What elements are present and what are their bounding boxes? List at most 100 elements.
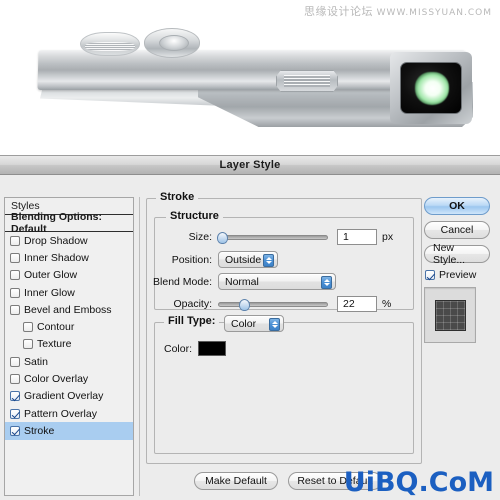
sidebar-item-texture[interactable]: Texture (5, 336, 133, 353)
sidebar-item-inner-shadow[interactable]: Inner Shadow (5, 249, 133, 266)
chevron-updown-icon[interactable] (263, 254, 274, 267)
sidebar-item-label: Pattern Overlay (24, 407, 97, 420)
blend-mode-dropdown[interactable]: Normal (218, 273, 336, 290)
sidebar-item-label: Color Overlay (24, 373, 89, 386)
sidebar-item-label: Inner Shadow (24, 251, 89, 264)
size-row: Size: 1 px (154, 229, 404, 245)
shutter-button-icon (144, 28, 200, 58)
color-swatch[interactable] (198, 341, 227, 356)
preview-label: Preview (439, 269, 477, 281)
checkbox-contour[interactable] (23, 322, 33, 333)
new-style-label: New Style... (433, 242, 466, 266)
sidebar-item-gradient-overlay[interactable]: Gradient Overlay (5, 388, 133, 405)
checkbox-inner-glow[interactable] (10, 287, 20, 298)
lens-reflection (415, 72, 449, 105)
checkbox-satin[interactable] (10, 356, 20, 367)
opacity-label: Opacity: (173, 298, 212, 310)
make-default-button[interactable]: Make Default (194, 472, 278, 490)
sidebar-item-bevel-and-emboss[interactable]: Bevel and Emboss (5, 301, 133, 318)
sidebar-item-pattern-overlay[interactable]: Pattern Overlay (5, 405, 133, 422)
opacity-unit-label: % (382, 298, 392, 310)
position-row: Position: Outside (154, 251, 374, 268)
panel-divider (139, 197, 140, 496)
sidebar-item-label: Gradient Overlay (24, 390, 104, 403)
opacity-slider[interactable] (218, 298, 328, 311)
blending-options-label: Blending Options: Default (11, 211, 102, 235)
camera-lens-icon (400, 62, 462, 114)
structure-group-label: Structure (166, 210, 223, 222)
watermark-bottom: UiBQ.CoM (343, 467, 494, 498)
watermark-top: 思缘设计论坛 WWW.MISSYUAN.COM (304, 3, 492, 19)
dialog-title: Layer Style (219, 159, 281, 171)
sidebar-item-contour[interactable]: Contour (5, 318, 133, 335)
mode-dial-icon (80, 32, 140, 56)
opacity-row: Opacity: 22 % (154, 296, 404, 312)
checkbox-stroke[interactable] (10, 425, 20, 436)
new-style-button[interactable]: New Style... (424, 242, 490, 266)
checkbox-drop-shadow[interactable] (10, 235, 20, 246)
sidebar-item-label: Stroke (24, 424, 55, 437)
sidebar-item-blending-options[interactable]: Blending Options: Default (5, 211, 133, 235)
styles-panel: Styles Blending Options: Default Drop Sh… (4, 197, 134, 496)
sidebar-item-label: Bevel and Emboss (24, 303, 112, 316)
camera-illustration (37, 22, 473, 127)
screenshot-root: 思缘设计论坛 WWW.MISSYUAN.COM Layer Style Styl… (0, 0, 500, 500)
dialog-body: Styles Blending Options: Default Drop Sh… (0, 175, 500, 500)
checkbox-pattern-overlay[interactable] (10, 408, 20, 419)
sidebar-item-inner-glow[interactable]: Inner Glow (5, 284, 133, 301)
ok-label: OK (449, 200, 465, 212)
blend-mode-value: Normal (225, 275, 259, 288)
checkbox-texture[interactable] (23, 339, 33, 350)
sidebar-item-label: Texture (37, 338, 72, 351)
chevron-updown-icon[interactable] (321, 276, 332, 289)
size-slider-thumb[interactable] (217, 231, 228, 244)
size-unit-label: px (382, 231, 394, 243)
viewfinder-window-icon (276, 70, 338, 92)
ok-button[interactable]: OK (424, 197, 490, 215)
checkbox-outer-glow[interactable] (10, 270, 20, 281)
checkbox-inner-shadow[interactable] (10, 252, 20, 263)
position-value: Outside (225, 253, 262, 266)
fill-type-label: Fill Type: (164, 315, 220, 327)
make-default-label: Make Default (205, 475, 267, 487)
preview-thumbnail-image (434, 299, 466, 331)
chevron-updown-icon[interactable] (269, 318, 280, 331)
sidebar-item-satin[interactable]: Satin (5, 353, 133, 370)
size-input[interactable]: 1 (337, 229, 377, 245)
position-label: Position: (171, 253, 212, 266)
sidebar-item-color-overlay[interactable]: Color Overlay (5, 370, 133, 387)
size-slider[interactable] (217, 231, 328, 244)
fill-type-value: Color (231, 317, 257, 330)
opacity-input[interactable]: 22 (337, 296, 377, 312)
sidebar-item-outer-glow[interactable]: Outer Glow (5, 267, 133, 284)
blend-mode-label: Blend Mode: (153, 275, 212, 288)
sidebar-item-label: Drop Shadow (24, 234, 88, 247)
cancel-label: Cancel (440, 224, 474, 236)
checkbox-preview[interactable] (425, 270, 435, 280)
sidebar-item-stroke[interactable]: Stroke (5, 422, 133, 440)
sidebar-item-label: Satin (24, 355, 48, 368)
layer-style-dialog: Layer Style Styles Blending Options: Def… (0, 155, 500, 500)
opacity-slider-thumb[interactable] (239, 298, 250, 311)
stroke-group-label: Stroke (156, 191, 199, 203)
sidebar-item-label: Outer Glow (24, 269, 78, 282)
position-dropdown[interactable]: Outside (218, 251, 278, 268)
camera-lens-housing (390, 52, 472, 124)
fill-type-dropdown[interactable]: Color (224, 315, 284, 332)
checkbox-color-overlay[interactable] (10, 374, 20, 385)
sidebar-item-label: Contour (37, 321, 75, 334)
blend-mode-row: Blend Mode: Normal (138, 273, 398, 290)
camera-photo-area: 思缘设计论坛 WWW.MISSYUAN.COM (0, 0, 500, 155)
checkbox-gradient-overlay[interactable] (10, 391, 20, 402)
sidebar-item-label: Inner Glow (24, 286, 75, 299)
dialog-titlebar[interactable]: Layer Style (0, 156, 500, 175)
dialog-action-buttons: OK Cancel New Style... Preview (424, 197, 498, 343)
color-row: Color: (164, 341, 227, 356)
color-label: Color: (164, 342, 193, 355)
preview-checkbox-row[interactable]: Preview (425, 269, 498, 281)
stroke-settings-panel: Stroke Structure Size: 1 px Position: Ou… (146, 191, 422, 496)
watermark-top-url: WWW.MISSYUAN.COM (376, 8, 492, 18)
watermark-top-cn: 思缘设计论坛 (303, 5, 373, 18)
cancel-button[interactable]: Cancel (424, 221, 490, 239)
checkbox-bevel-and-emboss[interactable] (10, 304, 20, 315)
